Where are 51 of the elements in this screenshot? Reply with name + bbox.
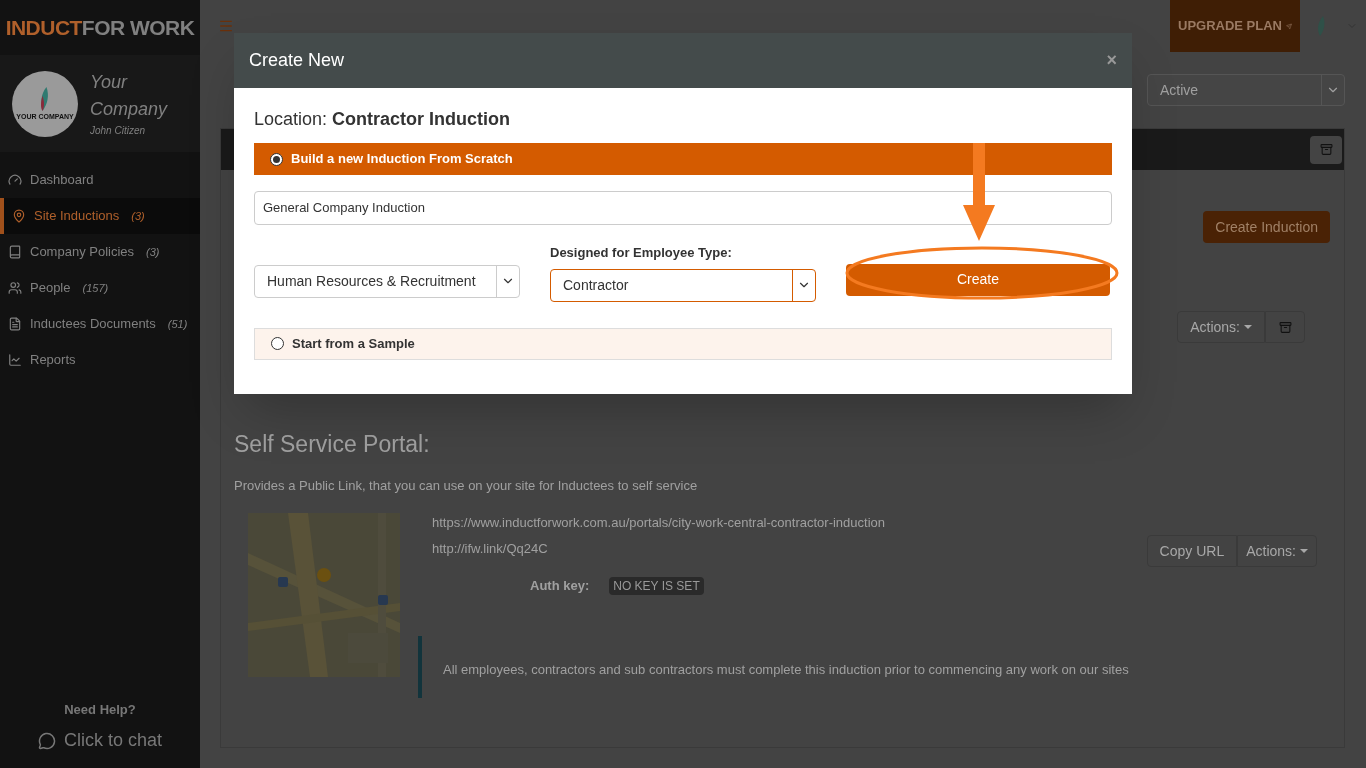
modal-title: Create New (249, 49, 345, 72)
archive-icon (1319, 143, 1333, 156)
close-button[interactable]: × (1106, 47, 1117, 74)
sidebar-item[interactable]: Dashboard (0, 162, 200, 198)
portal-description: Provides a Public Link, that you can use on your site for Inductees to self service (234, 476, 698, 495)
employee-type-select[interactable]: Contractor (550, 268, 816, 302)
employee-type-label: Designed for Employee Type: (550, 244, 733, 262)
radio-button[interactable] (270, 152, 283, 166)
sidebar-item[interactable]: Company Policies (3) (0, 234, 200, 270)
caret-icon (1244, 325, 1252, 329)
menu-icon[interactable] (218, 18, 234, 34)
company-name: Your Company (90, 71, 169, 121)
dashboard-icon (8, 173, 22, 187)
portal-url[interactable]: https://www.inductforwork.com.au/portals/city-work-central-contractor-induction (432, 513, 885, 533)
sidebar-item[interactable]: Site Inductions (3) (0, 198, 200, 234)
archive-icon (1278, 320, 1292, 334)
status-select[interactable]: Active (1147, 74, 1345, 106)
user-name: John Citizen (90, 124, 147, 138)
portal-title: Self Service Portal: (234, 430, 430, 459)
actions-button[interactable]: Actions: (1177, 311, 1265, 343)
sidebar-item[interactable]: Inductees Documents (51) (0, 306, 200, 342)
actions-button[interactable]: Actions: (1237, 535, 1317, 567)
book-icon (8, 245, 22, 259)
caret-icon (1300, 549, 1308, 553)
option-row[interactable]: Start from a Sample (254, 327, 1112, 360)
induction-statement: All employees, contractors and sub contractors must complete this induction prior to commencing any work on our sites (443, 660, 1129, 679)
leaf-icon (39, 87, 51, 111)
chat-icon (37, 731, 56, 750)
location-heading: Location: Contractor Induction (254, 108, 512, 131)
create-induction-button[interactable]: Create Induction (1203, 211, 1330, 243)
logo: INDUCTFOR WORK (4, 14, 196, 41)
chart-icon (8, 353, 22, 367)
department-select[interactable]: Human Resources & Recruitment (254, 264, 520, 298)
pin-icon (12, 209, 26, 223)
option-row[interactable]: Build a new Induction From Scratch (254, 143, 1112, 175)
archive-button[interactable] (1265, 311, 1305, 343)
induction-name-field[interactable]: General Company Induction (254, 191, 1112, 225)
copy-url-button[interactable]: Copy URL (1146, 535, 1238, 567)
upgrade-plan-button[interactable]: UPGRADE PLAN (1170, 0, 1300, 52)
radio-button[interactable] (271, 337, 284, 350)
document-icon (8, 317, 22, 331)
chat-link[interactable]: Click to chat (37, 727, 162, 754)
auth-key-badge: NO KEY IS SET (609, 576, 704, 595)
create-button[interactable]: Create (846, 263, 1110, 296)
sidebar-item[interactable]: Reports (0, 342, 200, 378)
short-url[interactable]: http://ifw.link/Qq24C (432, 538, 548, 558)
archive-button[interactable] (1310, 135, 1342, 164)
people-icon (8, 281, 22, 295)
auth-key-label: Auth key: (530, 577, 590, 595)
sidebar-item[interactable]: People (157) (0, 270, 200, 306)
help-title: Need Help? (64, 700, 136, 719)
